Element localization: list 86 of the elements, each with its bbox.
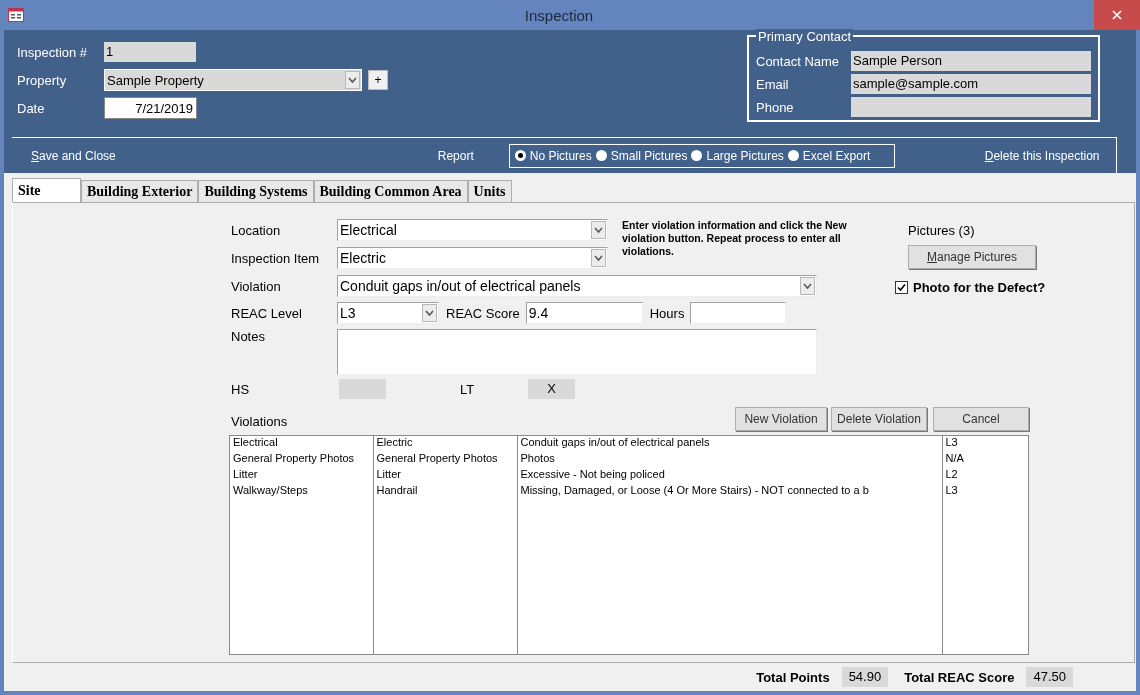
radio-button[interactable]: [691, 150, 703, 161]
total-value: 54.90: [841, 667, 889, 687]
field-label: Inspection #: [17, 44, 89, 60]
input-field[interactable]: 1: [104, 42, 196, 62]
tab[interactable]: Building Common Area: [313, 180, 468, 202]
group-title: Primary Contact: [756, 29, 854, 44]
tab[interactable]: Site: [12, 178, 81, 202]
tab[interactable]: Building Systems: [198, 180, 314, 202]
table-cell: Photos: [520, 452, 555, 464]
section-label: Violations: [230, 414, 288, 431]
chevron-down-icon: [591, 249, 606, 267]
field-label: Location: [231, 222, 282, 238]
table-cell: Litter: [376, 468, 401, 480]
field-label: Violation: [231, 278, 282, 294]
dropdown[interactable]: Electric: [337, 247, 608, 269]
chevron-down-icon: [345, 71, 360, 89]
table-cell: General Property Photos: [233, 452, 355, 464]
button[interactable]: Delete Violation: [831, 407, 927, 431]
total-label: Total Points: [756, 669, 830, 685]
table-cell: L3: [945, 436, 958, 448]
tab[interactable]: Building Exterior: [81, 180, 199, 202]
chevron-down-icon: [591, 221, 606, 239]
table-cell: Walkway/Steps: [233, 484, 308, 496]
field-label: HS: [231, 381, 251, 397]
radio-option[interactable]: Small Pictures: [595, 148, 688, 163]
violations-list[interactable]: [229, 435, 1029, 655]
notes-field[interactable]: [337, 329, 817, 375]
button[interactable]: New Violation: [735, 407, 827, 431]
checkbox[interactable]: [895, 281, 908, 294]
button[interactable]: Cancel: [933, 407, 1029, 431]
input-field[interactable]: [851, 97, 1091, 117]
table-cell: Litter: [233, 468, 258, 480]
table-cell: Electrical: [233, 436, 278, 448]
chevron-down-icon: [800, 277, 815, 295]
delete-link[interactable]: Delete this Inspection: [984, 148, 1100, 163]
radio-option[interactable]: Excel Export: [787, 148, 871, 163]
manage-pictures-button[interactable]: Manage Pictures: [908, 245, 1036, 269]
instruction-text: Enter violation information and click the New violation button. Repeat process to enter all violations.: [622, 219, 848, 259]
table-cell: L2: [945, 468, 958, 480]
table-cell: Handrail: [376, 484, 418, 496]
radio-option[interactable]: No Pictures: [514, 148, 592, 163]
pictures-label: Pictures (3): [908, 223, 976, 238]
table-cell: Missing, Damaged, or Loose (4 Or More Stairs) - NOT connected to a b: [520, 484, 869, 496]
table-cell: General Property Photos: [376, 452, 498, 464]
tab[interactable]: Units: [467, 180, 512, 202]
radio-button[interactable]: [514, 150, 526, 161]
dropdown[interactable]: L3: [337, 302, 439, 324]
add-button[interactable]: +: [368, 70, 388, 90]
report-label: Report: [437, 148, 474, 163]
chevron-down-icon: [422, 304, 437, 322]
table-cell: Excessive - Not being policed: [520, 468, 665, 480]
dropdown[interactable]: Conduit gaps in/out of electrical panels: [337, 275, 817, 297]
field-label: Property: [17, 72, 68, 88]
save-and-close-link[interactable]: Save and Close: [31, 148, 116, 163]
close-icon: [1112, 10, 1122, 20]
input-field[interactable]: X: [528, 379, 575, 399]
input-field[interactable]: sample@sample.com: [851, 74, 1091, 94]
date-field[interactable]: 7/21/2019: [104, 97, 197, 119]
radio-button[interactable]: [595, 150, 607, 161]
table-cell: L3: [945, 484, 958, 496]
field-label: REAC Score: [446, 305, 520, 321]
field-label: LT: [460, 381, 476, 397]
field-label: Inspection Item: [231, 250, 321, 266]
field-label: Hours: [649, 305, 685, 321]
table-cell: Electric: [376, 436, 413, 448]
table-cell: Conduit gaps in/out of electrical panels: [520, 436, 710, 448]
form-icon: [8, 8, 24, 22]
field-label: Phone: [756, 99, 795, 115]
field-label: Contact Name: [756, 53, 841, 69]
input-field[interactable]: Sample Person: [851, 51, 1091, 71]
field-label: REAC Level: [231, 305, 303, 321]
input-field[interactable]: 9.4: [525, 302, 643, 324]
window-title: Inspection: [523, 6, 595, 24]
radio-option[interactable]: Large Pictures: [691, 148, 784, 163]
total-value: 47.50: [1026, 667, 1073, 687]
field-label: Notes: [231, 329, 266, 346]
field-label: Date: [17, 100, 46, 116]
dropdown[interactable]: Sample Property: [104, 69, 362, 91]
checkbox-label: Photo for the Defect?: [913, 280, 1046, 295]
input-field[interactable]: [690, 302, 787, 324]
dropdown[interactable]: Electrical: [337, 219, 608, 241]
table-cell: N/A: [945, 452, 964, 464]
radio-button[interactable]: [787, 150, 799, 161]
close-button[interactable]: [1094, 0, 1140, 30]
field-label: Email: [756, 76, 790, 92]
total-label: Total REAC Score: [904, 669, 1015, 685]
